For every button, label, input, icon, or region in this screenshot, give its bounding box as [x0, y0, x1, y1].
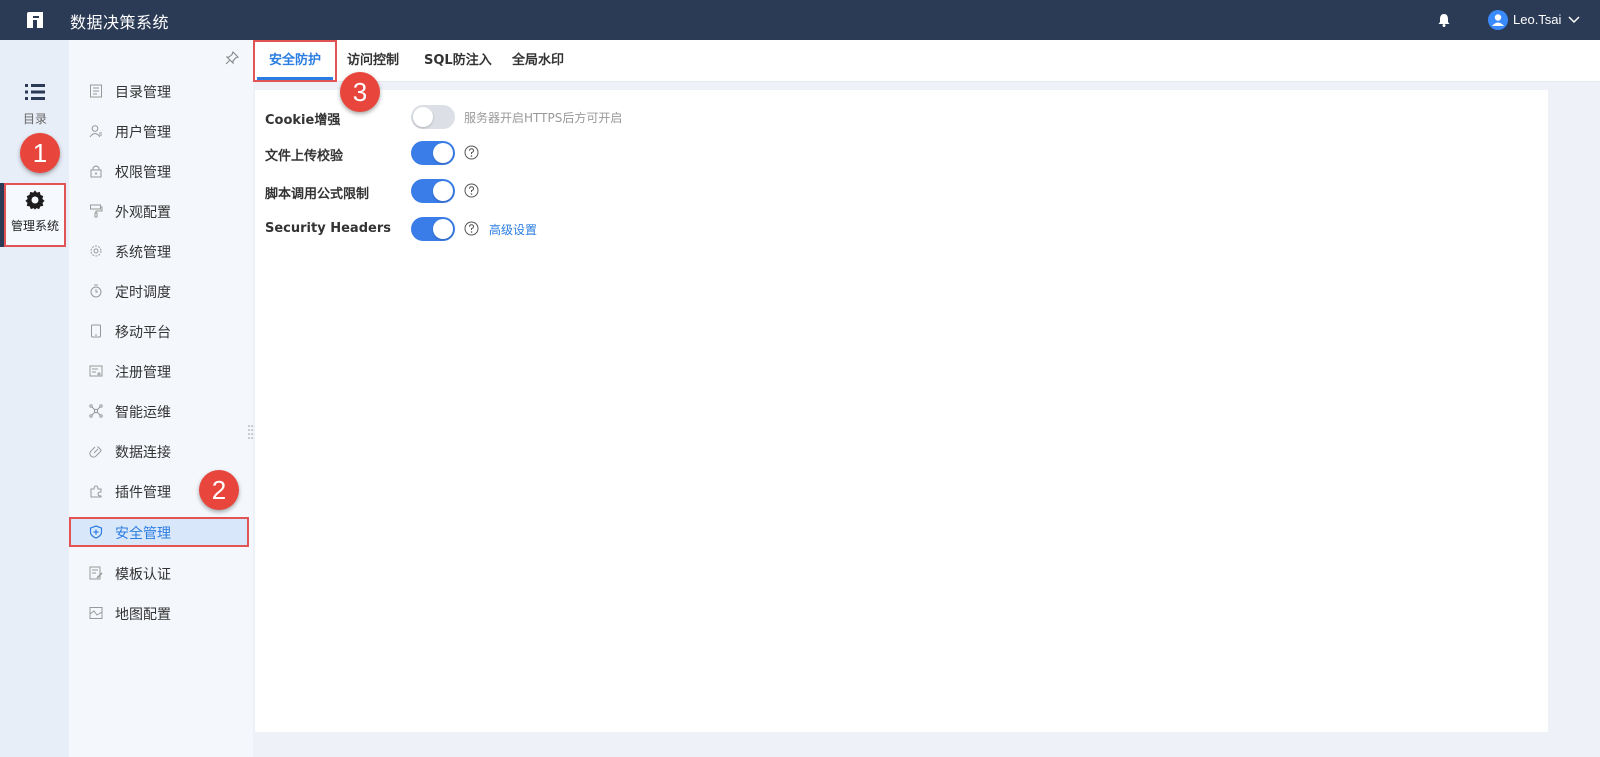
sidebar: 目录管理 用户管理 权限管理 外观配置 系统管理 定时调度 移动平台 注册管理 …	[69, 40, 253, 757]
lock-icon	[90, 165, 102, 178]
sidebar-item-data-connection[interactable]: 数据连接	[69, 436, 249, 466]
advanced-settings-link[interactable]: 高级设置	[489, 221, 537, 238]
question-circle-icon[interactable]	[464, 145, 479, 160]
tab-sql-injection[interactable]: SQL防注入	[410, 40, 506, 82]
tab-global-watermark[interactable]: 全局水印	[498, 40, 578, 82]
gear-icon	[90, 245, 102, 257]
chevron-down-icon[interactable]	[1567, 12, 1581, 26]
link-icon	[89, 446, 102, 458]
setting-label: Security Headers	[265, 221, 391, 236]
bell-icon[interactable]	[1436, 12, 1452, 28]
sidebar-item-appearance[interactable]: 外观配置	[69, 196, 249, 226]
gear-icon	[25, 190, 45, 210]
sidebar-item-label: 用户管理	[115, 125, 171, 141]
directory-icon	[90, 84, 102, 98]
template-icon	[89, 566, 103, 580]
toggle-knob	[433, 219, 453, 239]
setting-label: 文件上传校验	[265, 149, 344, 164]
pin-icon[interactable]	[224, 50, 240, 66]
sidebar-item-label: 安全管理	[115, 526, 171, 542]
map-icon	[89, 607, 103, 619]
sidebar-item-label: 外观配置	[115, 205, 171, 221]
toggle-knob	[433, 181, 453, 201]
sidebar-item-label: 模板认证	[115, 567, 171, 583]
register-icon	[89, 365, 103, 377]
sidebar-item-schedule[interactable]: 定时调度	[69, 276, 249, 306]
cookie-toggle[interactable]	[411, 105, 455, 129]
user-name[interactable]: Leo.Tsai	[1513, 12, 1561, 27]
sidebar-item-security-management[interactable]: 安全管理	[69, 517, 249, 547]
sidebar-item-smart-ops[interactable]: 智能运维	[69, 396, 249, 426]
sidebar-item-template-auth[interactable]: 模板认证	[69, 558, 249, 588]
setting-label: 脚本调用公式限制	[265, 187, 370, 202]
network-icon	[89, 404, 103, 418]
tablet-icon	[91, 324, 101, 338]
step-marker-1: 1	[20, 133, 60, 173]
rail-item-label: 管理系统	[10, 219, 59, 233]
top-bar: 数据决策系统 Leo.Tsai	[0, 0, 1600, 40]
question-circle-icon[interactable]	[464, 183, 479, 198]
sidebar-item-system-management[interactable]: 系统管理	[69, 236, 249, 266]
sidebar-item-mobile-platform[interactable]: 移动平台	[69, 316, 249, 346]
script-formula-toggle[interactable]	[411, 179, 455, 203]
shield-icon	[89, 525, 103, 539]
tab-security-protection[interactable]: 安全防护	[253, 40, 338, 82]
question-circle-icon[interactable]	[464, 221, 479, 236]
sidebar-item-user-management[interactable]: 用户管理	[69, 116, 249, 146]
user-icon	[89, 125, 102, 138]
puzzle-icon	[90, 485, 102, 498]
sidebar-item-label: 移动平台	[115, 325, 171, 341]
sidebar-item-label: 智能运维	[115, 405, 171, 421]
sidebar-item-label: 权限管理	[115, 165, 171, 181]
user-avatar-icon[interactable]	[1488, 10, 1508, 30]
settings-panel: Cookie增强 服务器开启HTTPS后方可开启 文件上传校验 脚本调用公式限制…	[255, 90, 1548, 732]
sidebar-item-permission-management[interactable]: 权限管理	[69, 156, 249, 186]
app-title: 数据决策系统	[70, 13, 170, 32]
security-headers-toggle[interactable]	[411, 217, 455, 241]
sidebar-item-label: 地图配置	[115, 607, 171, 623]
sidebar-item-map-config[interactable]: 地图配置	[69, 598, 249, 628]
fanruan-logo-icon[interactable]	[25, 10, 45, 30]
sidebar-item-registration[interactable]: 注册管理	[69, 356, 249, 386]
sidebar-item-label: 注册管理	[115, 365, 171, 381]
tab-bar: 安全防护 访问控制 SQL防注入 全局水印	[253, 40, 1600, 82]
toggle-knob	[433, 143, 453, 163]
list-icon	[25, 84, 45, 100]
resize-handle-icon[interactable]	[248, 424, 253, 440]
sidebar-item-directory-management[interactable]: 目录管理	[69, 76, 249, 106]
rail-item-label: 目录	[22, 112, 47, 126]
rail-item-management[interactable]: 管理系统	[4, 183, 66, 247]
sidebar-item-label: 定时调度	[115, 285, 171, 301]
timer-icon	[90, 284, 102, 298]
step-marker-3: 3	[340, 72, 380, 112]
sidebar-item-label: 插件管理	[115, 485, 171, 501]
paint-roller-icon	[90, 204, 103, 218]
sidebar-item-label: 数据连接	[115, 445, 171, 461]
sidebar-item-label: 系统管理	[115, 245, 171, 261]
setting-label: Cookie增强	[265, 113, 341, 128]
step-marker-2: 2	[199, 470, 239, 510]
setting-hint: 服务器开启HTTPS后方可开启	[464, 111, 623, 125]
file-upload-toggle[interactable]	[411, 141, 455, 165]
toggle-knob	[413, 107, 433, 127]
tab-access-control[interactable]: 访问控制	[333, 40, 413, 82]
sidebar-item-label: 目录管理	[115, 85, 171, 101]
